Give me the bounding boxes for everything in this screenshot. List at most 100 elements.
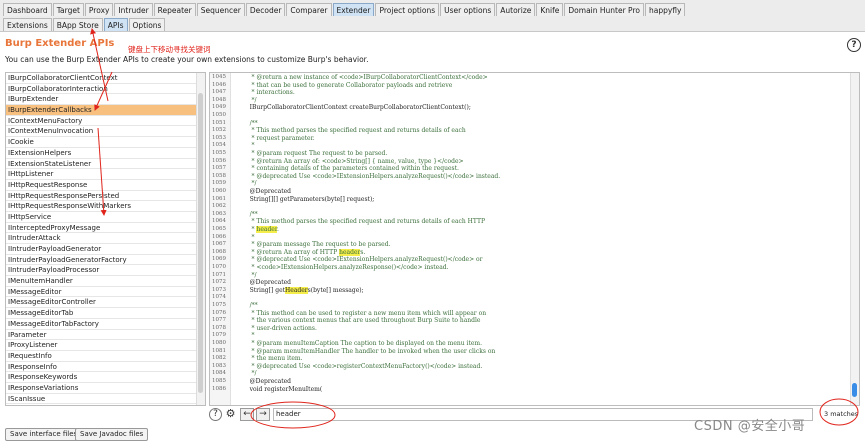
- subtab-extensions[interactable]: Extensions: [3, 18, 52, 31]
- api-list-item[interactable]: IMessageEditor: [6, 287, 198, 298]
- gear-icon[interactable]: ⚙: [224, 408, 237, 421]
- api-list-item[interactable]: IBurpCollaboratorInteraction: [6, 84, 198, 95]
- next-match-button[interactable]: →: [256, 408, 270, 421]
- tab-extender[interactable]: Extender: [332, 3, 375, 16]
- line-number: 1078: [212, 324, 226, 331]
- tab-decoder[interactable]: Decoder: [245, 3, 286, 16]
- line-number: 1068: [212, 248, 226, 255]
- line-number: 1052: [212, 127, 226, 134]
- code-line: * interactions.: [242, 89, 295, 97]
- api-list-item[interactable]: IIntruderPayloadGeneratorFactory: [6, 255, 198, 266]
- line-number: 1072: [212, 279, 226, 286]
- code-scrollbar[interactable]: [850, 73, 859, 405]
- code-line: * @deprecated Use <code>registerContextM…: [242, 362, 483, 370]
- line-number: 1057: [212, 165, 226, 172]
- code-line: */: [242, 96, 257, 104]
- api-list-item[interactable]: IResponseKeywords: [6, 372, 198, 383]
- code-line: * the menu item.: [242, 355, 303, 363]
- tab-repeater[interactable]: Repeater: [153, 3, 196, 16]
- code-line: @Deprecated: [242, 279, 291, 287]
- code-line: * @param menuItemCaption The caption to …: [242, 340, 482, 347]
- help-icon-small[interactable]: ?: [209, 408, 222, 421]
- tab-sequencer[interactable]: Sequencer: [196, 3, 245, 16]
- api-list-scroll-thumb[interactable]: [198, 93, 203, 393]
- line-number: 1079: [212, 332, 226, 339]
- api-list-item[interactable]: ICookie: [6, 137, 198, 148]
- api-list-item[interactable]: IHttpRequestResponseWithMarkers: [6, 201, 198, 212]
- code-scroll-thumb[interactable]: [852, 383, 857, 397]
- code-line: * user-driven actions.: [242, 324, 317, 332]
- api-list-item[interactable]: IBurpExtender: [6, 94, 198, 106]
- api-list-item[interactable]: IContextMenuFactory: [6, 116, 198, 127]
- save-javadoc-files-button[interactable]: Save Javadoc files: [75, 428, 149, 441]
- api-list-item[interactable]: IParameter: [6, 330, 198, 341]
- search-highlight: header: [256, 226, 278, 233]
- api-list-item[interactable]: IScanQueueItem: [6, 404, 198, 405]
- code-line: @Deprecated: [242, 188, 291, 195]
- save-interface-files-button[interactable]: Save interface files: [5, 428, 83, 441]
- api-list-panel: IBurpCollaboratorClientContext IBurpColla…: [5, 72, 206, 406]
- subtab-options[interactable]: Options: [128, 18, 166, 31]
- tab-intruder[interactable]: Intruder: [114, 3, 153, 16]
- line-number: 1061: [212, 195, 226, 202]
- line-number: 1086: [212, 385, 226, 392]
- api-list-item[interactable]: IProxyListener: [6, 340, 198, 351]
- code-line: * the various context menus that are use…: [242, 317, 481, 325]
- api-list-item[interactable]: IRequestInfo: [6, 351, 198, 362]
- subtab-apis[interactable]: APIs: [103, 18, 128, 31]
- code-line: * @param menuItemHandler The handler to …: [242, 347, 496, 355]
- api-list-item[interactable]: IHttpListener: [6, 169, 198, 180]
- api-list-item[interactable]: IIntruderAttack: [6, 233, 198, 244]
- previous-match-button[interactable]: ←: [240, 408, 254, 421]
- page-title: Burp Extender APIs: [5, 38, 115, 49]
- code-line: * request parameter.: [242, 134, 315, 142]
- api-list-item[interactable]: IIntruderPayloadProcessor: [6, 265, 198, 277]
- code-line: * @return An array of: <code>String[] { …: [242, 157, 464, 165]
- api-list-item[interactable]: IMessageEditorTabFactory: [6, 319, 198, 330]
- tab-target[interactable]: Target: [52, 3, 84, 16]
- line-number: 1083: [212, 362, 226, 369]
- tab-project-options[interactable]: Project options: [375, 3, 440, 16]
- api-list-item[interactable]: IInterceptedProxyMessage: [6, 223, 198, 234]
- api-list-item[interactable]: IBurpCollaboratorClientContext: [6, 73, 198, 84]
- api-list-item[interactable]: IHttpRequestResponsePersisted: [6, 191, 198, 202]
- api-list-item[interactable]: IBurpExtenderCallbacks: [6, 105, 198, 116]
- api-list-item[interactable]: IExtensionStateListener: [6, 159, 198, 170]
- tab-domain-hunter-pro[interactable]: Domain Hunter Pro: [564, 3, 644, 16]
- api-list-item[interactable]: IIntruderPayloadGenerator: [6, 244, 198, 255]
- api-list-item[interactable]: IResponseInfo: [6, 362, 198, 373]
- api-list-item[interactable]: IResponseVariations: [6, 383, 198, 394]
- tab-autorize[interactable]: Autorize: [496, 3, 536, 16]
- code-line: * containing details of the parameters c…: [242, 165, 459, 173]
- help-icon[interactable]: ?: [847, 38, 861, 52]
- code-line: *: [242, 332, 255, 340]
- subtab-bapp-store[interactable]: BApp Store: [52, 18, 103, 31]
- line-number: 1053: [212, 134, 226, 141]
- tab-happyfly[interactable]: happyfly: [644, 3, 686, 16]
- code-line: * @deprecated Use <code>IExtensionHelper…: [242, 256, 483, 264]
- line-number: 1084: [212, 370, 226, 377]
- api-list-item[interactable]: IScanIssue: [6, 394, 198, 405]
- match-count: 3 matches: [824, 410, 859, 418]
- api-list-item[interactable]: IMenuItemHandler: [6, 276, 198, 287]
- line-number: 1046: [212, 81, 226, 88]
- api-list-item[interactable]: IMessageEditorTab: [6, 308, 198, 319]
- api-list-item[interactable]: IMessageEditorController: [6, 297, 198, 309]
- api-list-item[interactable]: IContextMenuInvocation: [6, 126, 198, 138]
- code-line: /**: [242, 119, 258, 127]
- code-viewer[interactable]: 1045 1046 1047 1048 1049 1050 1051 1052 1053 1054…: [209, 72, 860, 406]
- tab-user-options[interactable]: User options: [440, 3, 496, 16]
- tab-comparer[interactable]: Comparer: [286, 3, 332, 16]
- code-line: * This method can be used to register a …: [242, 309, 487, 317]
- line-number: 1074: [212, 294, 226, 301]
- api-list-item[interactable]: IHttpService: [6, 212, 198, 223]
- tab-proxy[interactable]: Proxy: [84, 3, 114, 16]
- line-number: 1082: [212, 355, 226, 362]
- tab-knife[interactable]: Knife: [536, 3, 564, 16]
- code-line: */: [242, 370, 257, 378]
- tab-dashboard[interactable]: Dashboard: [3, 3, 52, 16]
- api-list-item[interactable]: IHttpRequestResponse: [6, 180, 198, 191]
- code-line: * @deprecated Use <code>IExtensionHelper…: [242, 172, 501, 180]
- api-list-item[interactable]: IExtensionHelpers: [6, 148, 198, 159]
- api-list-scrollbar[interactable]: [196, 73, 205, 405]
